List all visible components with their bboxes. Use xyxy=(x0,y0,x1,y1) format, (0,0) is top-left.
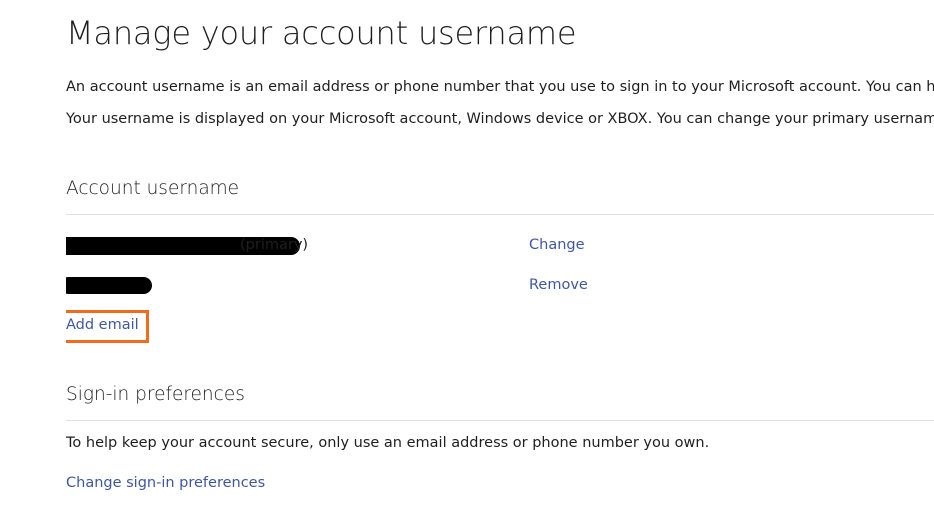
account-username-page: Manage your account username An account … xyxy=(66,0,934,528)
page-title: Manage your account username xyxy=(66,14,577,52)
add-email-link[interactable]: Add email xyxy=(66,317,139,333)
primary-tag: (primary) xyxy=(240,237,309,253)
sign-in-preferences-description: To help keep your account secure, only u… xyxy=(66,435,710,451)
sign-in-preferences-heading: Sign-in preferences xyxy=(66,384,245,405)
intro-text-usernames: An account username is an email address … xyxy=(66,79,934,95)
account-username-divider xyxy=(66,214,934,215)
remove-username-link[interactable]: Remove xyxy=(529,277,588,293)
change-sign-in-preferences-link[interactable]: Change sign-in preferences xyxy=(66,475,265,491)
redacted-secondary-email xyxy=(66,277,152,294)
intro-text-display: Your username is displayed on your Micro… xyxy=(66,111,934,127)
sign-in-preferences-divider xyxy=(66,420,934,421)
account-username-heading: Account username xyxy=(66,178,240,199)
change-username-link[interactable]: Change xyxy=(529,237,585,253)
